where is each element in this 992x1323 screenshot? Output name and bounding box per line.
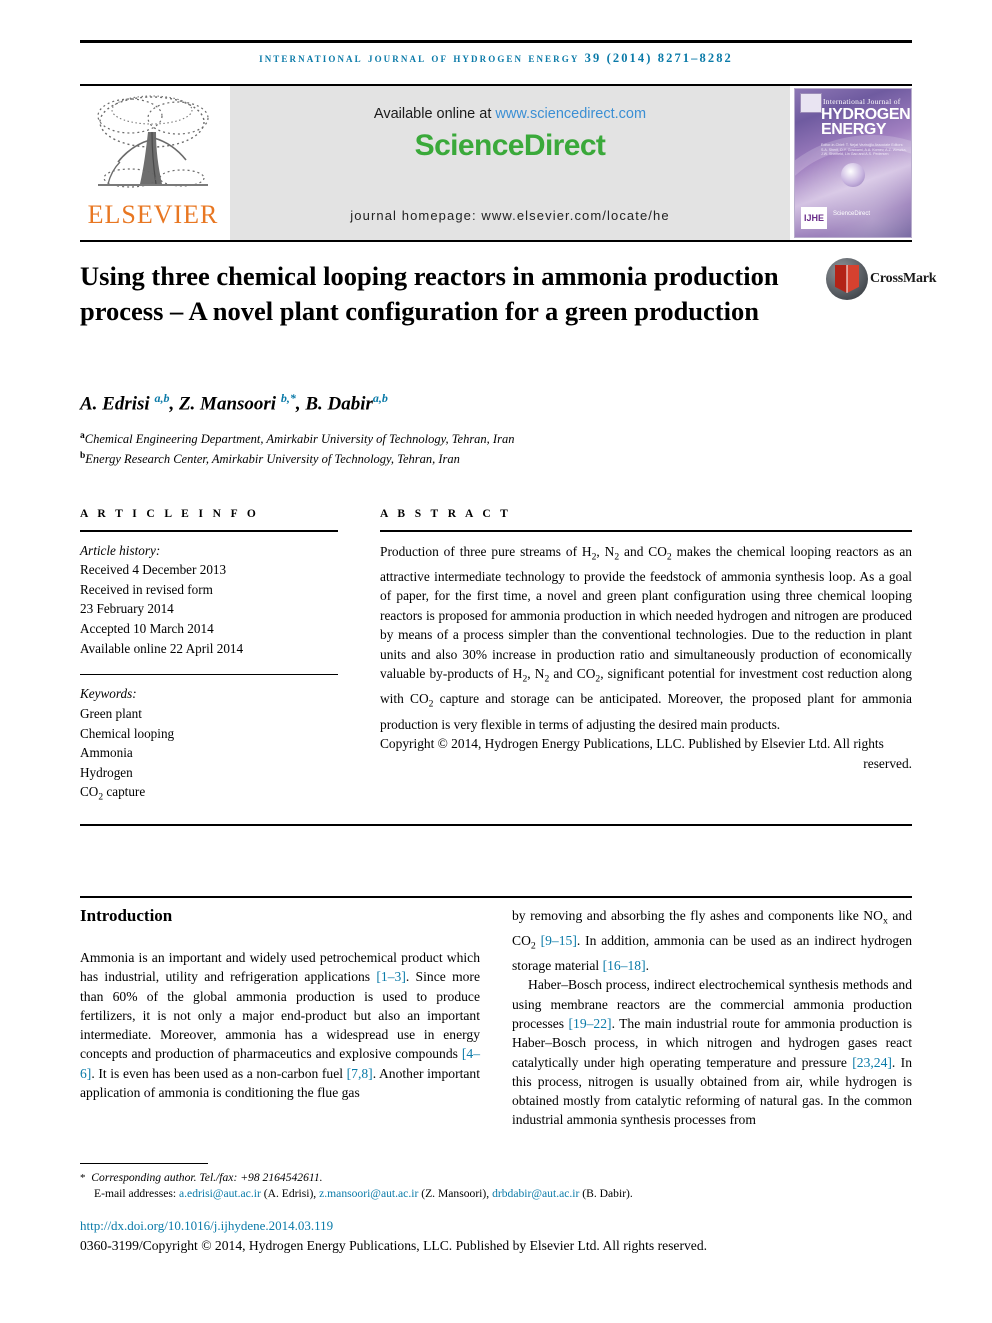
doi-link[interactable]: http://dx.doi.org/10.1016/j.ijhydene.201… <box>80 1218 333 1234</box>
issn-copyright-line: 0360-3199/Copyright © 2014, Hydrogen Ene… <box>80 1238 708 1253</box>
elsevier-logo: ELSEVIER <box>82 90 224 238</box>
crossmark-label: CrossMark <box>870 271 937 286</box>
cover-title-line2: ENERGY <box>821 121 887 138</box>
abstract-body: Production of three pure streams of H2, … <box>380 543 912 732</box>
history-item: Accepted 10 March 2014 <box>80 620 214 636</box>
affiliation-a-text: Chemical Engineering Department, Amirkab… <box>84 432 515 447</box>
sciencedirect-band: Available online at www.sciencedirect.co… <box>230 86 790 240</box>
running-head-rule <box>80 40 912 43</box>
elsevier-tree-icon <box>97 95 209 188</box>
keywords-list: Green plant Chemical looping Ammonia Hydrog… <box>80 705 175 803</box>
page-title: Using three chemical looping reactors in… <box>80 261 779 326</box>
affiliation-a: aChemical Engineering Department, Amirka… <box>80 428 780 448</box>
affiliations: aChemical Engineering Department, Amirka… <box>80 428 780 468</box>
abstract-copyright: Copyright © 2014, Hydrogen Energy Public… <box>380 736 912 771</box>
keywords-rule <box>80 674 338 676</box>
footnote-block: * Corresponding author. Tel./fax: +98 21… <box>80 1170 912 1202</box>
section-rule-lower <box>80 896 912 899</box>
crossmark-icon <box>826 258 868 300</box>
keywords-block: Keywords: Green plant Chemical looping Amm… <box>80 684 338 808</box>
body-column-right: by removing and absorbing the fly ashes … <box>512 906 912 1130</box>
cover-title-large: HYDROGEN ENERGY <box>821 107 911 138</box>
section-rule-upper <box>80 824 912 826</box>
history-item: Received 4 December 2013 <box>80 562 227 578</box>
journal-cover-thumbnail: International Journal of HYDROGEN ENERGY… <box>794 88 912 238</box>
cover-journal-mark: IJHE <box>801 207 827 229</box>
article-history-label: Article history: <box>80 542 161 558</box>
affiliation-b: bEnergy Research Center, Amirkabir Unive… <box>80 448 780 468</box>
abstract-heading: A B S T R A C T <box>380 508 512 520</box>
sciencedirect-url-link[interactable]: www.sciencedirect.com <box>495 106 646 122</box>
introduction-paragraph: by removing and absorbing the fly ashes … <box>512 908 913 974</box>
elsevier-wordmark: ELSEVIER <box>87 200 219 229</box>
author-list: A. Edrisi a,b, Z. Mansoori b,*, B. Dabir… <box>80 391 388 415</box>
abstract-section: A B S T R A C T Production of three pure… <box>380 508 912 773</box>
journal-homepage-line[interactable]: journal homepage: www.elsevier.com/locat… <box>230 208 790 223</box>
keywords-label: Keywords: <box>80 686 137 702</box>
introduction-heading: Introduction <box>80 906 173 925</box>
body-column-left: Introduction Ammonia is an important and… <box>80 906 480 1102</box>
journal-article-page: International Journal of Hydrogen Energy… <box>0 0 992 1323</box>
masthead: ELSEVIER Available online at www.science… <box>80 84 912 242</box>
abstract-rule <box>380 530 912 532</box>
article-info-rule <box>80 530 338 532</box>
sciencedirect-logo[interactable]: ScienceDirect <box>230 129 790 163</box>
history-item: 23 February 2014 <box>80 601 174 617</box>
cover-editors-text: Editor-in-Chief: T. Nejat Veziroğlu Asso… <box>821 143 907 157</box>
affiliation-b-text: Energy Research Center, Amirkabir Univer… <box>85 452 460 467</box>
footnote-rule <box>80 1163 208 1165</box>
cover-sciencedirect-tag: ScienceDirect <box>833 211 871 217</box>
masthead-bottom-rule <box>80 240 912 242</box>
cover-title-small: International Journal of <box>823 97 901 106</box>
email-addresses-note: E-mail addresses: a.edrisi@aut.ac.ir (A.… <box>94 1187 633 1200</box>
cover-orb-decoration <box>841 163 865 187</box>
history-item: Available online 22 April 2014 <box>80 640 244 656</box>
cover-publisher-mark <box>800 93 822 113</box>
crossmark-book-icon <box>835 265 859 293</box>
running-head: International Journal of Hydrogen Energy… <box>259 51 733 65</box>
article-info-heading: A R T I C L E I N F O <box>80 508 260 520</box>
available-online-line: Available online at www.sciencedirect.co… <box>230 106 790 122</box>
introduction-paragraph: Ammonia is an important and widely used … <box>80 950 480 1101</box>
corresponding-author-note: * Corresponding author. Tel./fax: +98 21… <box>80 1171 323 1184</box>
available-online-prefix: Available online at <box>373 106 496 122</box>
article-info-section: A R T I C L E I N F O Article history: R… <box>80 508 338 809</box>
introduction-paragraph: Haber–Bosch process, indirect electroche… <box>512 977 912 1128</box>
article-history: Article history: Received 4 December 201… <box>80 541 338 659</box>
history-item: Received in revised form <box>80 581 213 597</box>
crossmark-badge[interactable]: CrossMark <box>826 258 937 316</box>
